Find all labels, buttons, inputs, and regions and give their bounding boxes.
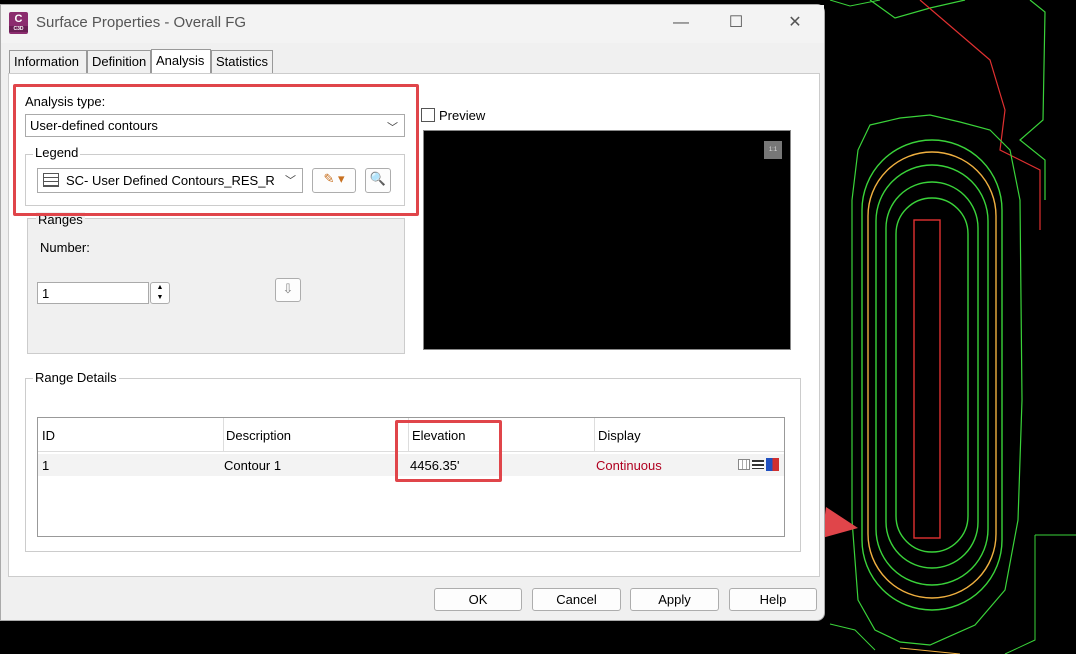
cad-line [899, 647, 961, 654]
update-ranges-icon[interactable]: ⇩ [275, 278, 301, 302]
preview-viewport[interactable]: 1:1 [423, 130, 791, 350]
ok-button[interactable]: OK [434, 588, 522, 611]
civil3d-app-icon: C C3D [9, 12, 28, 34]
screen: C C3D Surface Properties - Overall FG — ☐… [0, 0, 1076, 654]
preview-label: Preview [439, 108, 486, 123]
number-label: Number: [40, 240, 90, 255]
contour-ring [861, 139, 1003, 611]
zoom-extents-icon[interactable]: 1:1 [764, 141, 782, 159]
row-display[interactable]: Continuous [596, 458, 662, 473]
row-id: 1 [42, 458, 50, 473]
cad-line [829, 623, 876, 651]
cad-line [869, 0, 966, 19]
minimize-button[interactable]: — [661, 9, 701, 37]
column-header-display[interactable]: Display [598, 428, 641, 443]
tab-definition[interactable]: Definition [87, 50, 151, 74]
contour-ring [875, 164, 989, 586]
tab-information[interactable]: Information [9, 50, 87, 74]
cancel-button[interactable]: Cancel [532, 588, 621, 611]
tab-statistics[interactable]: Statistics [211, 50, 273, 74]
elevation-highlight-box [395, 420, 502, 482]
linetype-icon [752, 460, 764, 469]
contour-ring [885, 181, 979, 569]
column-header-description[interactable]: Description [226, 428, 291, 443]
tab-analysis[interactable]: Analysis [151, 49, 211, 75]
number-spinner[interactable]: ▲ ▼ [150, 282, 170, 304]
column-header-id[interactable]: ID [42, 428, 55, 443]
cad-line [1019, 0, 1046, 200]
app-icon-letter: C [14, 13, 23, 25]
layer-icon [738, 459, 750, 470]
color-icon [766, 458, 779, 471]
display-style-icons[interactable] [738, 458, 782, 472]
contour-core [913, 219, 941, 539]
window-title: Surface Properties - Overall FG [36, 14, 247, 31]
column-divider [594, 418, 595, 452]
app-icon-sub: C3D [9, 26, 28, 32]
cad-line [919, 0, 1041, 230]
help-button[interactable]: Help [729, 588, 817, 611]
apply-button[interactable]: Apply [630, 588, 719, 611]
maximize-button[interactable]: ☐ [716, 9, 756, 37]
cad-line [829, 0, 881, 7]
number-input[interactable]: 1 [37, 282, 149, 304]
contour-ring [895, 197, 969, 553]
preview-checkbox[interactable] [421, 108, 435, 122]
range-details-title: Range Details [33, 370, 119, 385]
highlight-box [13, 84, 419, 216]
surface-properties-dialog: C C3D Surface Properties - Overall FG — ☐… [0, 4, 825, 621]
row-description[interactable]: Contour 1 [224, 458, 281, 473]
cad-line [1004, 535, 1036, 654]
analysis-tab-panel: Ranges Number: 1 ▲ ▼ ⇩ Analysis type: Use… [8, 73, 820, 577]
column-divider [223, 418, 224, 452]
close-button[interactable]: ✕ [775, 9, 815, 37]
title-bar[interactable]: C C3D Surface Properties - Overall FG — ☐… [1, 5, 824, 43]
